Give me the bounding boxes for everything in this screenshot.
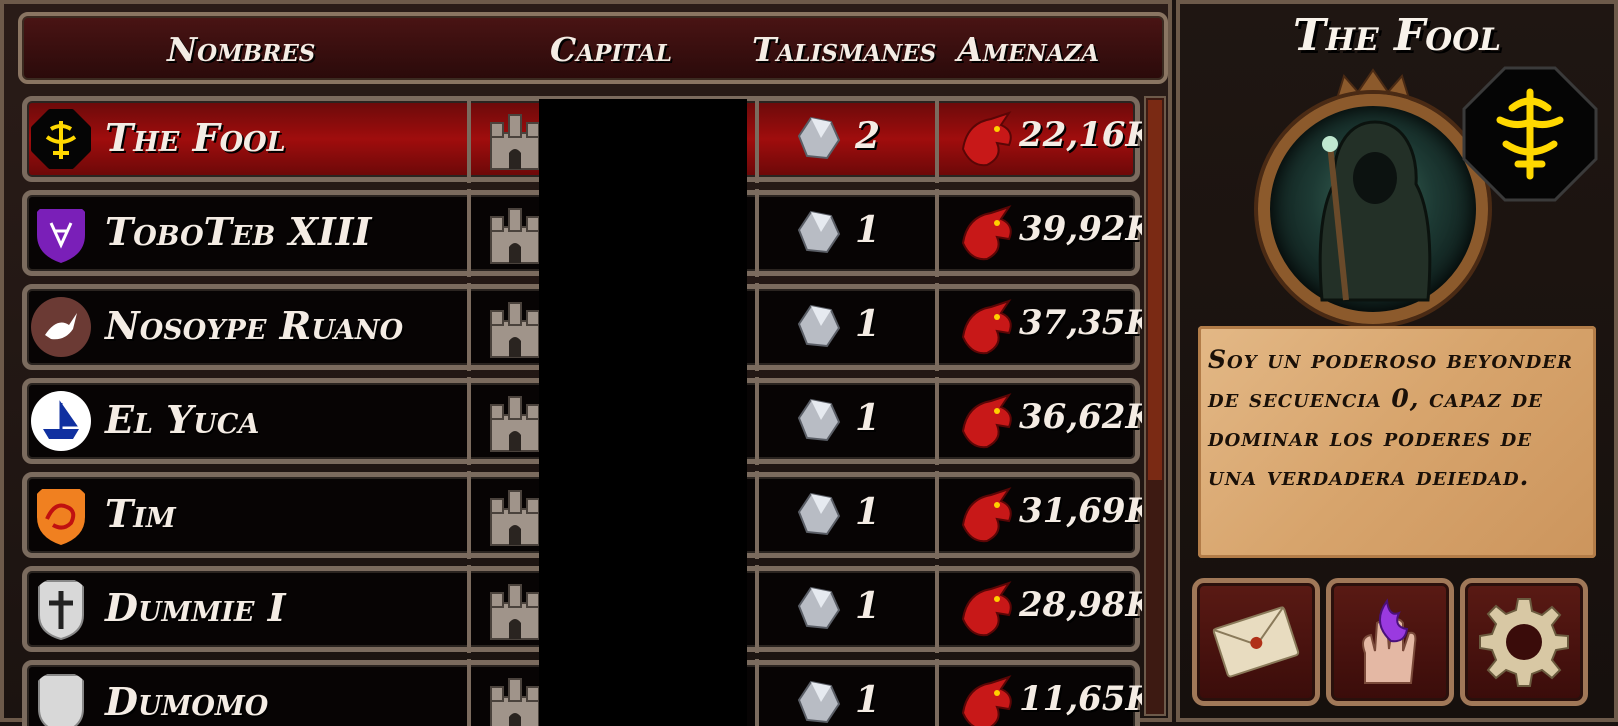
castle-icon (490, 396, 540, 452)
red-dragon-icon (961, 393, 1012, 449)
threat-value: 39,92K (1019, 209, 1142, 249)
talisman-count: 1 (855, 679, 881, 721)
list-scrollbar[interactable] (1144, 96, 1166, 716)
column-divider (755, 189, 759, 277)
column-divider (935, 377, 939, 465)
threat-value: 22,16K (1019, 115, 1142, 155)
player-badge-icon (1462, 66, 1598, 202)
player-name: Dummie I (105, 585, 286, 630)
description-box: Soy un poderoso beyonder de secuencia 0,… (1198, 326, 1596, 558)
talisman-count: 1 (855, 397, 881, 439)
talisman-gem-icon (797, 680, 841, 724)
column-divider (755, 283, 759, 371)
talisman-gem-icon (797, 116, 841, 160)
purple-flame-hand-icon (1362, 598, 1417, 684)
talisman-gem-icon (797, 398, 841, 442)
column-divider (467, 189, 471, 277)
redacted-area (539, 99, 747, 726)
purple-shield-icon (37, 209, 85, 263)
player-description: Soy un poderoso beyonder de secuencia 0,… (1208, 345, 1573, 491)
column-divider (755, 659, 759, 726)
ship-icon (31, 391, 91, 451)
talisman-count: 1 (855, 303, 881, 345)
castle-icon (490, 114, 540, 170)
player-detail-panel: The Fool Soy un poderoso beyonder de sec… (1176, 0, 1618, 722)
yellow-sigil-icon (31, 109, 91, 169)
red-dragon-icon (961, 205, 1012, 261)
shield-icon (38, 674, 84, 726)
magic-button[interactable] (1326, 578, 1454, 706)
threat-value: 28,98K (1019, 585, 1142, 625)
cross-shield-icon (38, 580, 84, 641)
column-divider (467, 283, 471, 371)
column-divider (755, 377, 759, 465)
column-divider (935, 189, 939, 277)
column-divider (755, 96, 759, 183)
talisman-gem-icon (797, 586, 841, 630)
threat-value: 31,69K (1019, 491, 1142, 531)
column-divider (467, 659, 471, 726)
talisman-count: 1 (855, 491, 881, 533)
settings-button[interactable] (1460, 578, 1588, 706)
ranking-header: Nombres Capital Talismanes Amenaza (18, 12, 1168, 84)
castle-icon (490, 584, 540, 640)
talisman-gem-icon (797, 492, 841, 536)
header-talismans: Talismanes (752, 30, 937, 69)
talisman-gem-icon (797, 210, 841, 254)
dragon-shield-icon (37, 489, 85, 545)
threat-value: 37,35K (1019, 303, 1142, 343)
red-dragon-icon (961, 675, 1012, 726)
header-capital: Capital (550, 30, 673, 69)
header-names: Nombres (167, 30, 316, 69)
player-title: The Fool (1292, 10, 1502, 61)
red-dragon-icon (961, 299, 1012, 355)
player-name: Dumomo (105, 679, 269, 724)
talisman-count: 1 (855, 585, 881, 627)
talisman-gem-icon (797, 304, 841, 348)
red-dragon-icon (961, 487, 1012, 543)
pegasus-icon (31, 297, 91, 357)
castle-icon (490, 678, 540, 726)
player-name: ToboTeb XIII (105, 209, 372, 254)
mail-button[interactable] (1192, 578, 1320, 706)
column-divider (935, 471, 939, 559)
header-threat: Amenaza (957, 30, 1100, 69)
castle-icon (490, 302, 540, 358)
column-divider (467, 471, 471, 559)
column-divider (467, 96, 471, 183)
column-divider (467, 377, 471, 465)
column-divider (935, 565, 939, 653)
gear-icon (1479, 598, 1569, 687)
red-dragon-icon (961, 581, 1012, 637)
talisman-count: 2 (855, 115, 881, 157)
talisman-count: 1 (855, 209, 881, 251)
ranking-panel: Nombres Capital Talismanes Amenaza The F… (0, 0, 1172, 726)
castle-icon (490, 208, 540, 264)
player-name: Tim (105, 491, 176, 536)
player-name: Nosoype Ruano (105, 303, 404, 348)
column-divider (755, 565, 759, 653)
column-divider (755, 471, 759, 559)
red-dragon-icon (961, 111, 1012, 167)
player-name: El Yuca (105, 397, 260, 442)
column-divider (467, 565, 471, 653)
column-divider (935, 659, 939, 726)
scrollbar-thumb[interactable] (1148, 100, 1162, 480)
player-name: The Fool (105, 115, 286, 160)
hooded-figure-icon (1318, 120, 1432, 302)
letter-icon (1212, 606, 1300, 678)
column-divider (935, 283, 939, 371)
threat-value: 36,62K (1019, 397, 1142, 437)
castle-icon (490, 490, 540, 546)
threat-value: 11,65K (1019, 679, 1142, 719)
column-divider (935, 96, 939, 183)
